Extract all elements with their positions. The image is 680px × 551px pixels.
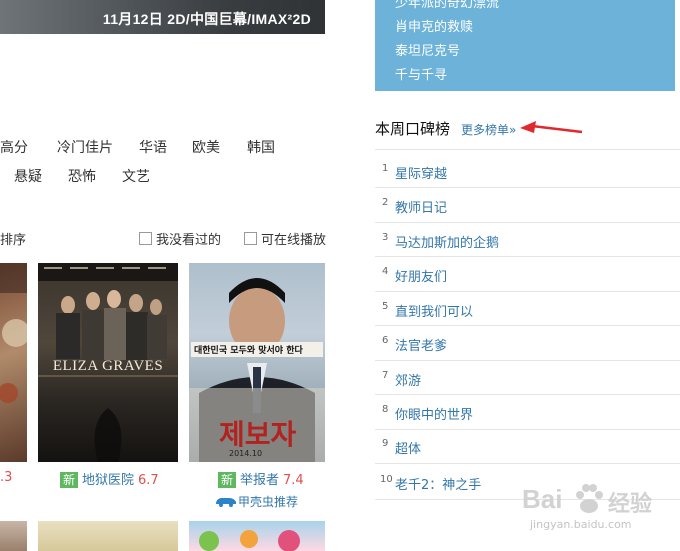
rank-movie-link[interactable]: 好朋友们 bbox=[395, 266, 447, 285]
rank-movie-link[interactable]: 教师日记 bbox=[395, 197, 447, 216]
movie-poster-eliza-graves[interactable]: ELIZA GRAVES bbox=[38, 263, 178, 462]
movie-poster-bottom-1[interactable] bbox=[0, 521, 27, 551]
movie-poster-whistleblower[interactable]: 대한민국 모두와 맞서야 한다 제보자 2014.10 bbox=[189, 263, 325, 462]
poster-caption-eliza: 新地狱医院 6.7 bbox=[60, 469, 159, 488]
ranking-divider bbox=[375, 463, 680, 464]
movie-title-link[interactable]: 举报者 bbox=[240, 473, 279, 488]
not-seen-filter[interactable]: 我没看过的 bbox=[139, 229, 221, 248]
movie-rating: 6.7 bbox=[138, 473, 159, 488]
rank-movie-link[interactable]: 法官老爹 bbox=[395, 335, 447, 354]
tag-high-score[interactable]: 高分 bbox=[0, 137, 28, 157]
ranking-divider bbox=[375, 291, 680, 292]
ranking-divider bbox=[375, 429, 680, 430]
more-rankings-link[interactable]: 更多榜单» bbox=[461, 121, 516, 138]
rank-number: 8 bbox=[382, 404, 389, 415]
rank-number: 2 bbox=[382, 197, 389, 208]
ranking-divider bbox=[375, 149, 680, 150]
tag-arthouse[interactable]: 文艺 bbox=[122, 166, 150, 186]
movie-title-link[interactable]: 地狱医院 bbox=[82, 473, 134, 488]
rank-number: 1 bbox=[382, 163, 389, 174]
movie-poster-partial[interactable] bbox=[0, 263, 27, 462]
not-seen-checkbox[interactable] bbox=[139, 232, 152, 245]
poster-tagline: 대한민국 모두와 맞서야 한다 bbox=[194, 346, 303, 356]
watermark-url: jingyan.baidu.com bbox=[530, 518, 632, 531]
poster-title: ELIZA GRAVES bbox=[52, 358, 164, 374]
movie-poster-bottom-3[interactable] bbox=[189, 521, 325, 551]
watermark-brand: Bai bbox=[522, 484, 563, 514]
ranking-divider bbox=[375, 187, 680, 188]
partial-rating: .3 bbox=[0, 470, 13, 485]
baidu-jingyan-watermark: Bai 经验 jingyan.baidu.com bbox=[522, 478, 680, 551]
recommend-label: 甲壳虫推荐 bbox=[238, 495, 299, 509]
rank-number: 5 bbox=[382, 301, 389, 312]
rank-movie-link[interactable]: 老千2：神之手 bbox=[395, 474, 481, 493]
tag-chinese[interactable]: 华语 bbox=[139, 137, 167, 157]
poster-caption-whistleblower: 新举报者 7.4 bbox=[218, 469, 304, 488]
ranking-divider bbox=[375, 222, 680, 223]
rank-movie-link[interactable]: 直到我们可以 bbox=[395, 301, 473, 320]
tag-cult[interactable]: 冷门佳片 bbox=[57, 137, 113, 157]
rank-movie-link[interactable]: 郊游 bbox=[395, 370, 421, 389]
not-seen-label: 我没看过的 bbox=[156, 233, 222, 248]
popular-item[interactable]: 泰坦尼克号 bbox=[395, 40, 460, 59]
tag-western[interactable]: 欧美 bbox=[192, 137, 220, 157]
popular-item[interactable]: 千与千寻 bbox=[395, 64, 447, 83]
ranking-divider bbox=[375, 360, 680, 361]
rank-number: 4 bbox=[382, 266, 389, 277]
car-icon bbox=[216, 498, 236, 507]
watermark-brand-jingyan: 经验 bbox=[608, 492, 653, 517]
sort-label[interactable]: 排序 bbox=[0, 229, 26, 248]
red-arrow-annotation bbox=[520, 121, 583, 134]
movie-rating: 7.4 bbox=[283, 473, 304, 488]
poster-art bbox=[199, 530, 300, 551]
rank-movie-link[interactable]: 你眼中的世界 bbox=[395, 404, 473, 423]
rank-movie-link[interactable]: 马达加斯加的企鹅 bbox=[395, 232, 499, 251]
rank-number: 6 bbox=[382, 335, 389, 346]
popular-item[interactable]: 肖申克的救赎 bbox=[395, 16, 473, 35]
banner-text: 11月12日 2D/中国巨幕/IMAX²2D bbox=[102, 11, 311, 27]
rank-number: 9 bbox=[382, 438, 389, 449]
ranking-divider bbox=[375, 256, 680, 257]
recommend-link[interactable]: 甲壳虫推荐 bbox=[214, 493, 298, 510]
movie-banner[interactable]: 11月12日 2D/中国巨幕/IMAX²2D bbox=[0, 0, 325, 34]
rank-number: 3 bbox=[382, 232, 389, 243]
rank-number: 10 bbox=[380, 474, 393, 485]
online-filter[interactable]: 可在线播放 bbox=[244, 229, 326, 248]
weekly-ranking-title: 本周口碑榜 bbox=[375, 120, 451, 138]
online-checkbox[interactable] bbox=[244, 232, 257, 245]
online-label: 可在线播放 bbox=[261, 233, 327, 248]
ranking-divider bbox=[375, 325, 680, 326]
paw-icon bbox=[576, 484, 603, 513]
rank-movie-link[interactable]: 星际穿越 bbox=[395, 163, 447, 182]
tag-horror[interactable]: 恐怖 bbox=[68, 166, 96, 186]
tag-korean[interactable]: 韩国 bbox=[247, 137, 275, 157]
poster-art bbox=[0, 263, 27, 403]
poster-title: 제보자 bbox=[219, 418, 297, 451]
new-badge: 新 bbox=[218, 472, 237, 488]
rank-number: 7 bbox=[382, 370, 389, 381]
tag-suspense[interactable]: 悬疑 bbox=[14, 166, 42, 186]
movie-poster-bottom-2[interactable] bbox=[38, 521, 178, 551]
rank-movie-link[interactable]: 超体 bbox=[395, 438, 421, 457]
popular-list-box: 少年派的奇幻漂流 肖申克的救赎 泰坦尼克号 千与千寻 bbox=[375, 0, 675, 91]
poster-date: 2014.10 bbox=[229, 449, 263, 458]
popular-item[interactable]: 少年派的奇幻漂流 bbox=[395, 0, 499, 11]
ranking-divider bbox=[375, 394, 680, 395]
new-badge: 新 bbox=[60, 472, 79, 488]
